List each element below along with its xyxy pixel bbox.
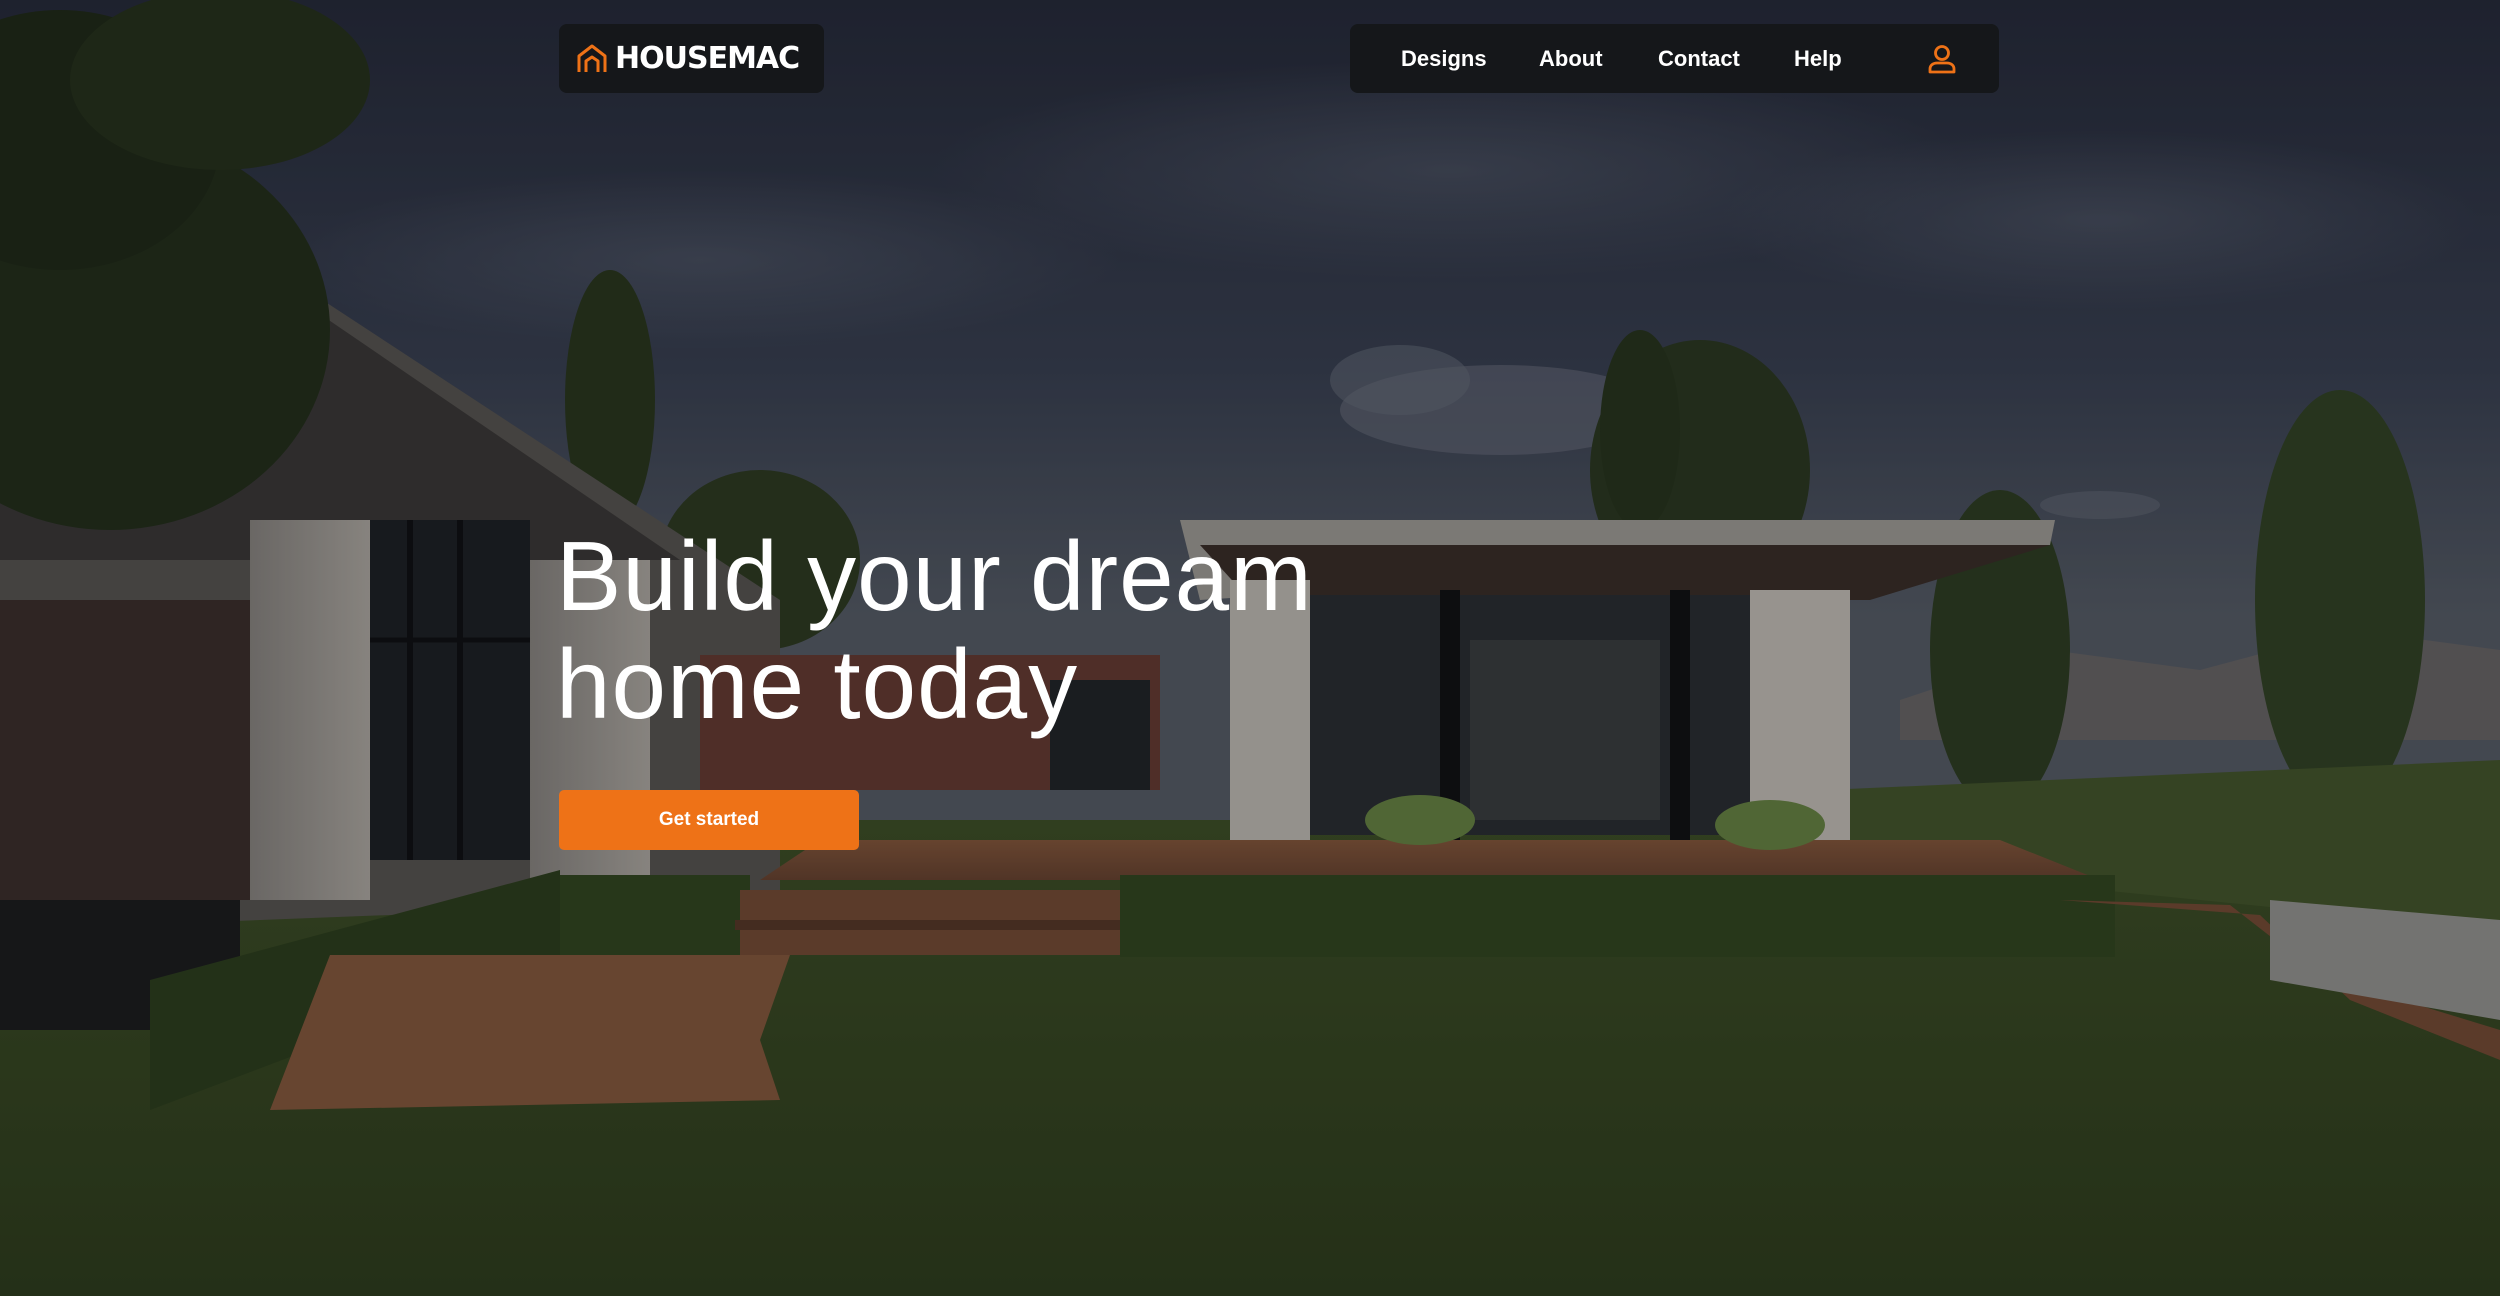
nav-designs-link[interactable]: Designs — [1401, 24, 1487, 93]
brand-name: HOUSEMAC — [615, 41, 800, 76]
nav-contact-link[interactable]: Contact — [1658, 24, 1740, 93]
get-started-button[interactable]: Get started — [559, 790, 859, 850]
hero-headline-line-2: home today — [556, 629, 1079, 739]
nav-help-link[interactable]: Help — [1794, 24, 1842, 93]
hero-section: HOUSEMAC Designs About Contact Help Buil… — [0, 0, 2500, 1296]
main-nav: Designs About Contact Help — [1350, 24, 1999, 93]
hero-headline: Build your dream home today — [556, 522, 1313, 738]
logo[interactable]: HOUSEMAC — [559, 24, 824, 93]
house-outline-icon — [577, 44, 607, 72]
user-icon[interactable] — [1925, 42, 1959, 76]
nav-about-link[interactable]: About — [1539, 24, 1603, 93]
hero-headline-line-1: Build your dream — [556, 521, 1313, 631]
